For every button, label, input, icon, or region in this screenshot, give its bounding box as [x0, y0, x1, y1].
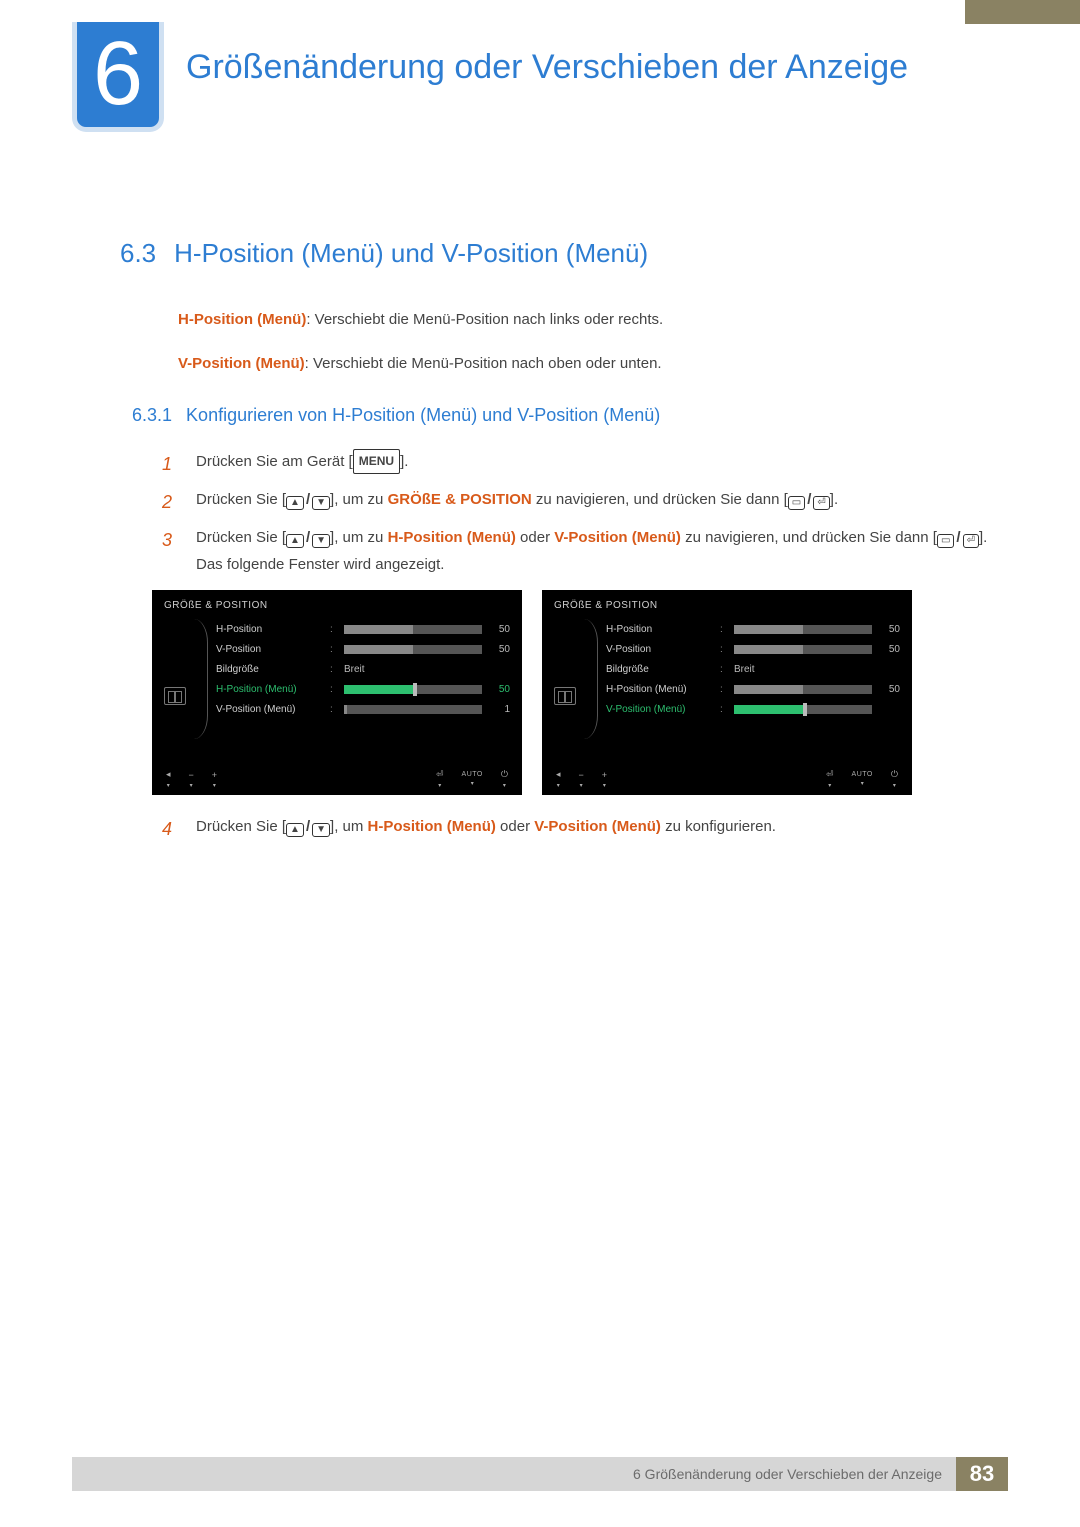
step-text: Drücken Sie [▲/▼], um zu H-Position (Men…: [196, 524, 990, 578]
down-icon: ▼: [312, 496, 330, 510]
step-text: Drücken Sie [▲/▼], um zu GRÖßE & POSITIO…: [196, 486, 990, 518]
osd-footer: ◂▾ −▾ +▾ ⏎▾ AUTO▾ ⏻▾: [554, 769, 900, 789]
chapter-number-badge: 6: [72, 22, 164, 132]
step-number: 2: [162, 486, 180, 518]
nav-target: GRÖßE & POSITION: [388, 491, 532, 508]
steps-list-continued: 4 Drücken Sie [▲/▼], um H-Position (Menü…: [162, 813, 990, 845]
header-accent-bar: [965, 0, 1080, 24]
page-number: 83: [956, 1457, 1008, 1491]
osd-panel-h: GRÖßE & POSITION H-Position: 50 V-Positi…: [152, 590, 522, 795]
osd-item-size: Bildgröße: Breit: [606, 659, 900, 679]
osd-panel-v: GRÖßE & POSITION H-Position: 50 V-Positi…: [542, 590, 912, 795]
osd-curve: [194, 619, 208, 739]
osd-category-icon: [164, 687, 186, 705]
osd-item-hpos: H-Position: 50: [606, 619, 900, 639]
osd-minus-icon: −▾: [579, 770, 584, 789]
enter-icon: ⏎: [963, 534, 979, 548]
osd-minus-icon: −▾: [189, 770, 194, 789]
section-heading: 6.3 H-Position (Menü) und V-Position (Men…: [120, 238, 990, 269]
rect-icon: ▭: [937, 534, 954, 548]
step-3: 3 Drücken Sie [▲/▼], um zu H-Position (M…: [162, 524, 990, 578]
osd-footer: ◂▾ −▾ +▾ ⏎▾ AUTO▾ ⏻▾: [164, 769, 510, 789]
osd-power-icon: ⏻▾: [501, 769, 508, 789]
osd-title: GRÖßE & POSITION: [554, 600, 900, 611]
enter-icon: ⏎: [813, 496, 829, 510]
osd-screenshots: GRÖßE & POSITION H-Position: 50 V-Positi…: [152, 590, 990, 795]
step-1: 1 Drücken Sie am Gerät [MENU].: [162, 448, 990, 480]
chapter-header: 6 Größenänderung oder Verschieben der An…: [72, 26, 908, 136]
subsection-title: Konfigurieren von H-Position (Menü) und …: [186, 405, 660, 425]
slider: [734, 685, 872, 694]
osd-enter-icon: ⏎▾: [436, 769, 444, 789]
up-icon: ▲: [286, 823, 304, 837]
h-position-text: : Verschiebt die Menü-Position nach link…: [306, 311, 663, 328]
section-title: H-Position (Menü) und V-Position (Menü): [174, 238, 648, 268]
nav-target-h: H-Position (Menü): [388, 529, 516, 546]
section-number: 6.3: [120, 238, 156, 268]
menu-button-label: MENU: [353, 449, 400, 475]
up-icon: ▲: [286, 496, 304, 510]
osd-item-vpos: V-Position: 50: [216, 639, 510, 659]
steps-list: 1 Drücken Sie am Gerät [MENU]. 2 Drücken…: [162, 448, 990, 579]
chapter-title: Größenänderung oder Verschieben der Anze…: [186, 46, 908, 89]
osd-auto-label: AUTO▾: [852, 771, 873, 787]
intro-h-position: H-Position (Menü): Verschiebt die Menü-P…: [178, 309, 990, 331]
up-icon: ▲: [286, 534, 304, 548]
osd-item-vmenu-selected: V-Position (Menü):: [606, 699, 900, 719]
v-position-label: V-Position (Menü): [178, 355, 305, 372]
osd-curve: [584, 619, 598, 739]
osd-item-vmenu: V-Position (Menü): 1: [216, 699, 510, 719]
rect-icon: ▭: [788, 496, 805, 510]
osd-title: GRÖßE & POSITION: [164, 600, 510, 611]
step-text: Drücken Sie [▲/▼], um H-Position (Menü) …: [196, 813, 990, 845]
subsection-heading: 6.3.1 Konfigurieren von H-Position (Menü)…: [132, 405, 990, 426]
slider: [734, 645, 872, 654]
step-4: 4 Drücken Sie [▲/▼], um H-Position (Menü…: [162, 813, 990, 845]
osd-enter-icon: ⏎▾: [826, 769, 834, 789]
subsection-number: 6.3.1: [132, 405, 172, 425]
osd-item-hmenu: H-Position (Menü): 50: [606, 679, 900, 699]
osd-item-hpos: H-Position: 50: [216, 619, 510, 639]
step-text: Drücken Sie am Gerät [MENU].: [196, 448, 990, 480]
section-body: 6.3 H-Position (Menü) und V-Position (Men…: [120, 238, 990, 852]
page-footer: 6 Größenänderung oder Verschieben der An…: [0, 1457, 1080, 1491]
slider-selected: [734, 705, 872, 714]
osd-auto-label: AUTO▾: [462, 771, 483, 787]
osd-item-hmenu-selected: H-Position (Menü): 50: [216, 679, 510, 699]
osd-plus-icon: +▾: [602, 770, 607, 789]
osd-back-icon: ◂▾: [556, 769, 561, 789]
down-icon: ▼: [312, 534, 330, 548]
osd-power-icon: ⏻▾: [891, 769, 898, 789]
step-2: 2 Drücken Sie [▲/▼], um zu GRÖßE & POSIT…: [162, 486, 990, 518]
down-icon: ▼: [312, 823, 330, 837]
intro-v-position: V-Position (Menü): Verschiebt die Menü-P…: [178, 353, 990, 375]
step-number: 4: [162, 813, 180, 845]
v-position-text: : Verschiebt die Menü-Position nach oben…: [305, 355, 662, 372]
config-target-h: H-Position (Menü): [368, 818, 496, 835]
osd-category-icon: [554, 687, 576, 705]
slider: [344, 625, 482, 634]
config-target-v: V-Position (Menü): [534, 818, 661, 835]
slider: [344, 645, 482, 654]
h-position-label: H-Position (Menü): [178, 311, 306, 328]
osd-list: H-Position: 50 V-Position: 50 Bildgröße:…: [606, 619, 900, 739]
osd-item-size: Bildgröße: Breit: [216, 659, 510, 679]
slider: [344, 705, 482, 714]
step-number: 1: [162, 448, 180, 480]
footer-text: 6 Größenänderung oder Verschieben der An…: [72, 1457, 956, 1491]
slider: [734, 625, 872, 634]
step-number: 3: [162, 524, 180, 578]
slider-selected: [344, 685, 482, 694]
osd-item-vpos: V-Position: 50: [606, 639, 900, 659]
osd-back-icon: ◂▾: [166, 769, 171, 789]
nav-target-v: V-Position (Menü): [554, 529, 681, 546]
osd-list: H-Position: 50 V-Position: 50 Bildgröße:…: [216, 619, 510, 739]
osd-plus-icon: +▾: [212, 770, 217, 789]
